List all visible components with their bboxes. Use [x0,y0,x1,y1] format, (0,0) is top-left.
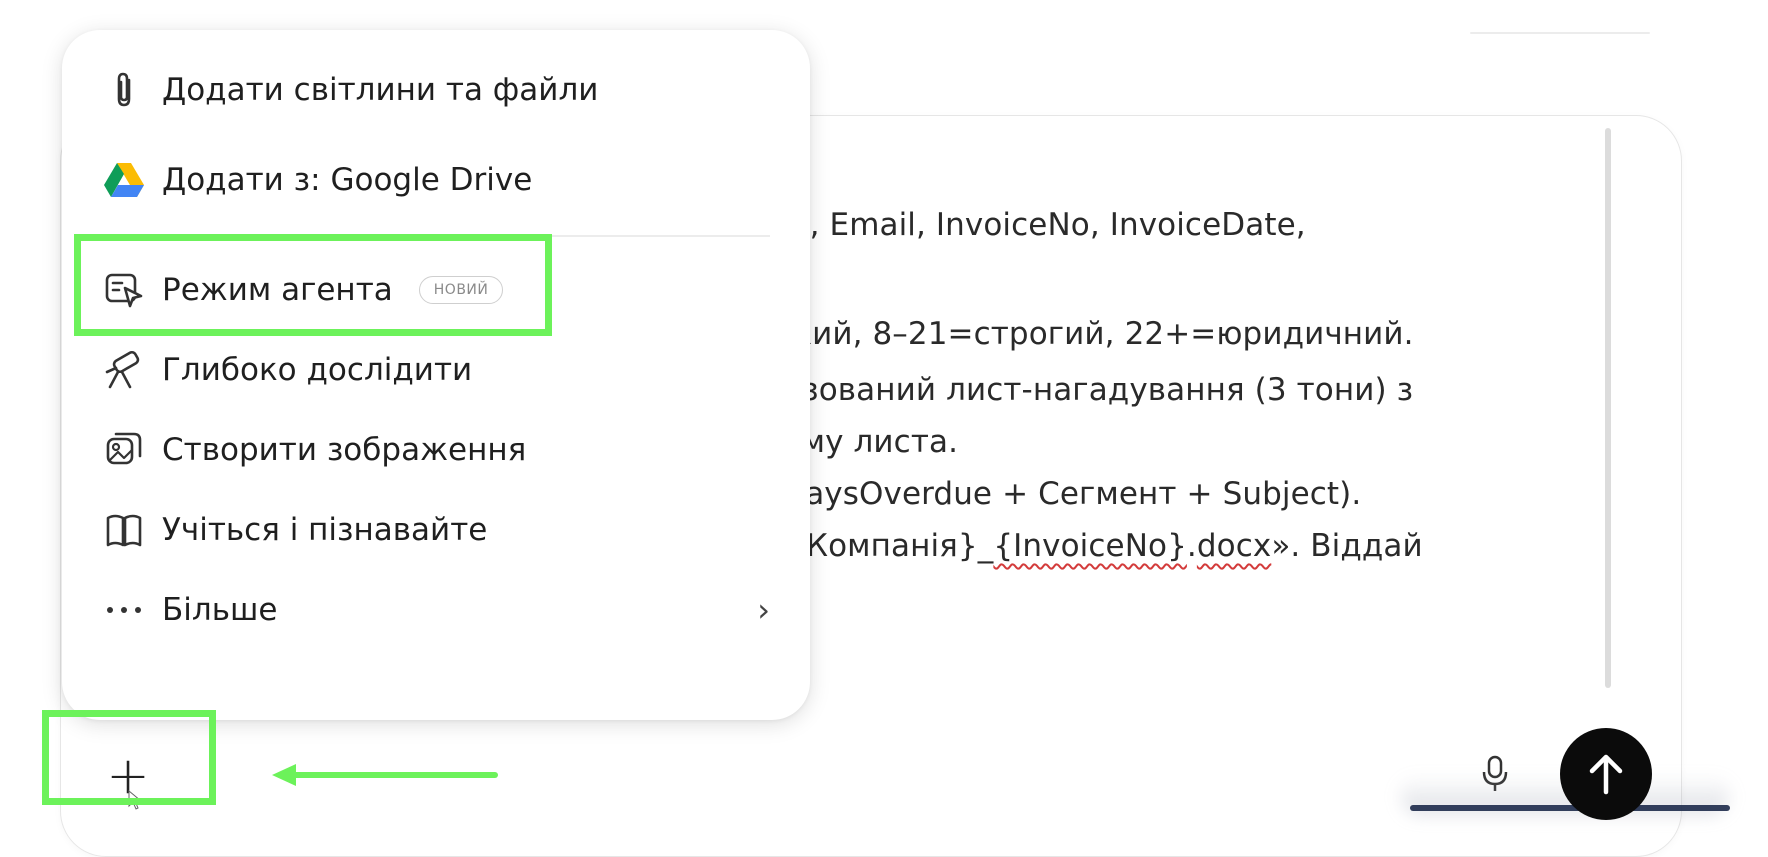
prompt-line: оналізований лист-нагадування (3 тони) з [715,372,1414,408]
book-icon [102,508,146,552]
menu-item-add-files[interactable]: Додати світлини та файли [102,60,770,120]
annotation-arrow-icon [272,764,498,786]
menu-item-create-image[interactable]: Створити зображення [102,420,770,480]
prompt-line: и + DaysOverdue + Сегмент + Subject). [715,476,1362,512]
menu-item-deep-research[interactable]: Глибоко дослідити [102,340,770,400]
telescope-icon [102,348,146,392]
highlight-box-add-button [42,710,216,805]
menu-item-google-drive[interactable]: Додати з: Google Drive [102,150,770,210]
image-create-icon [102,428,146,472]
highlight-box-agent-mode [74,234,552,336]
arrow-up-icon [1589,754,1623,795]
menu-item-label: Створити зображення [162,432,527,468]
prompt-line: =м’який, 8–21=строгий, 22+=юридичний. [715,316,1414,352]
more-icon [102,588,146,632]
chevron-right-icon: › [757,591,770,629]
top-divider [1470,32,1650,34]
google-drive-icon [102,158,146,202]
paperclip-icon [102,68,146,112]
scrollbar[interactable] [1605,128,1611,688]
attach-menu: Додати світлини та файли Додати з: Googl… [62,30,810,720]
menu-item-learn[interactable]: Учіться і пізнавайте [102,500,770,560]
prompt-line: ист_{Компанія}_{InvoiceNo}.docx». Віддай [715,528,1423,564]
spelling-error: docx [1196,528,1272,564]
menu-item-label: Глибоко дослідити [162,352,473,388]
menu-item-label: Учіться і пізнавайте [162,512,488,548]
send-button[interactable] [1560,728,1652,820]
menu-item-label: Більше [162,592,278,628]
spelling-error: {InvoiceNo} [993,528,1187,564]
menu-item-label: Додати світлини та файли [162,72,599,108]
menu-item-more[interactable]: Більше › [102,580,770,640]
menu-item-label: Додати з: Google Drive [162,162,533,198]
bottom-strip [1410,805,1730,811]
